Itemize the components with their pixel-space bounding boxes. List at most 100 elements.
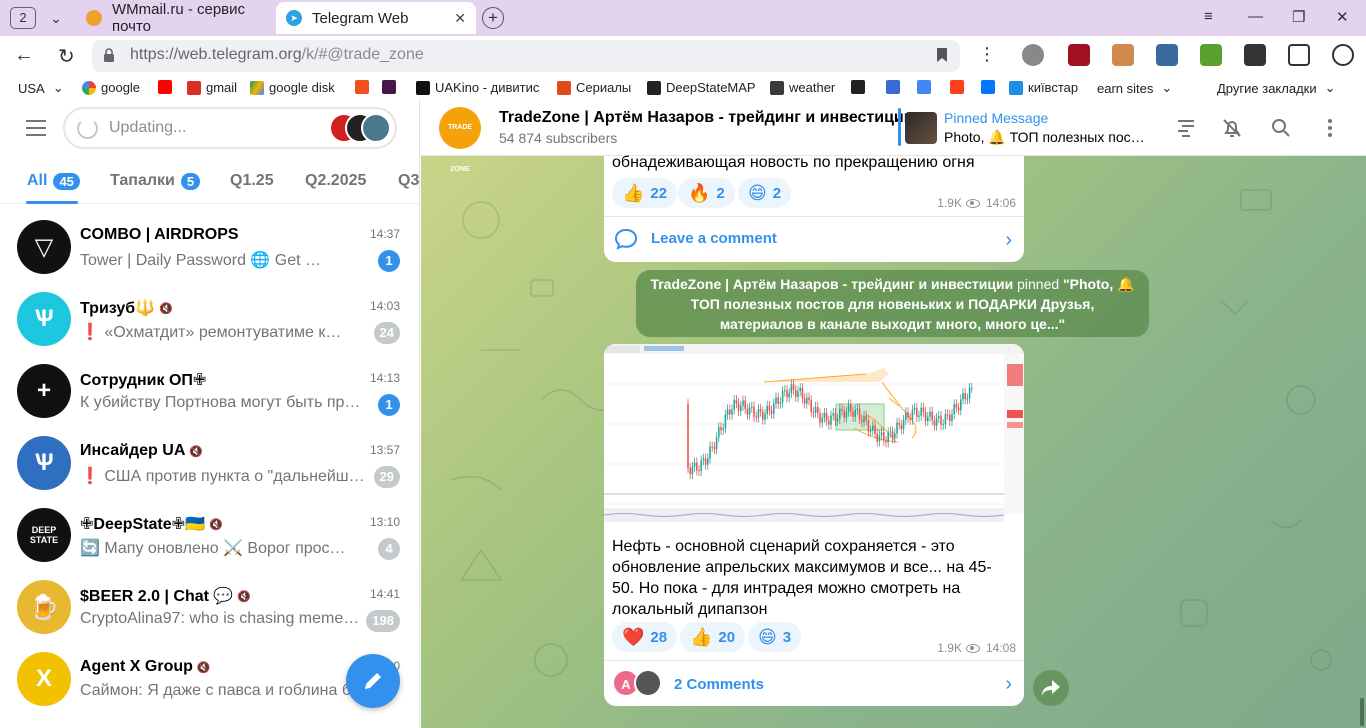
more-icon[interactable]: ⋮ xyxy=(978,44,996,65)
channel-title[interactable]: TradeZone | Артём Назаров - трейдинг и и… xyxy=(499,109,914,127)
reload-icon[interactable]: ↻ xyxy=(58,44,75,69)
candle-body xyxy=(821,417,823,423)
bookmark-series[interactable]: Сериалы xyxy=(557,80,631,95)
tab-tapalki[interactable]: Тапалки 5 xyxy=(110,172,201,190)
tab-q2-2025[interactable]: Q2.2025 xyxy=(305,172,366,190)
browser-tab-wmmail[interactable]: WMmail.ru - сервис почто xyxy=(76,1,272,35)
story-avatars[interactable] xyxy=(329,113,393,145)
candle-body xyxy=(876,433,878,442)
bookmark-earn-sites[interactable]: earn sites ⌄ xyxy=(1097,80,1172,96)
more-vertical-icon[interactable] xyxy=(1318,116,1342,140)
bookmark-youtube[interactable] xyxy=(158,80,177,94)
extension-icon[interactable] xyxy=(1156,44,1178,66)
extension-icon[interactable] xyxy=(1244,44,1266,66)
message-bubble[interactable]: обнадеживающая новость по прекращению ог… xyxy=(604,154,1024,262)
reaction-heart[interactable]: ❤️ 28 xyxy=(612,622,678,652)
bookmark-other[interactable]: Другие закладки ⌄ xyxy=(1217,80,1336,96)
menu-icon[interactable] xyxy=(26,120,46,136)
address-bar[interactable]: https://web.telegram.org/k/#@trade_zone xyxy=(92,40,960,72)
candle-body xyxy=(891,431,894,439)
share-button[interactable] xyxy=(1033,670,1069,706)
new-tab-button[interactable]: + xyxy=(482,7,504,29)
lock-icon xyxy=(104,48,114,62)
back-icon[interactable]: ← xyxy=(14,44,34,67)
avatar: 🍺 xyxy=(17,580,71,634)
extensions-icon[interactable] xyxy=(1288,44,1310,66)
reaction-fire[interactable]: 🔥 2 xyxy=(678,178,735,208)
chat-list-item[interactable]: Ѱ Тризуб🔱 🔇 14:03 ❗ «Охматдит» ремонтуватиме… xyxy=(0,284,419,356)
chat-list-item[interactable]: Ѱ Инсайдер UA 🔇 13:57 ❗ США против пункта о … xyxy=(0,428,419,500)
candle-body xyxy=(902,419,905,430)
candle-body xyxy=(689,468,691,475)
channel-avatar[interactable]: TRADE ZONE xyxy=(439,107,481,173)
profile-icon[interactable] xyxy=(1332,44,1354,66)
bookmark-kyivstar[interactable]: київстар xyxy=(1009,80,1078,95)
alert-icon: ❗ xyxy=(80,468,100,485)
bookmark-deepstate[interactable]: DeepStateMAP xyxy=(647,80,756,95)
scrollbar[interactable] xyxy=(1360,698,1364,726)
chat-list-item[interactable]: + Сотрудник ОП✙ 14:13 К убийству Портнова м… xyxy=(0,356,419,428)
bookmark-uakino[interactable]: UAKino - дивитис xyxy=(416,80,539,95)
bookmark-gmail[interactable]: gmail xyxy=(187,80,237,95)
service-action: pinned xyxy=(1017,276,1060,292)
pinned-title[interactable]: Pinned Message xyxy=(944,110,1048,126)
bookmark-slack[interactable] xyxy=(382,80,401,94)
comments-button[interactable]: A 2 Comments › xyxy=(604,660,1024,706)
tab-q1-25[interactable]: Q1.25 xyxy=(230,172,274,190)
pinned-text[interactable]: Photo, 🔔 ТОП полезных пост… xyxy=(944,129,1149,146)
browser-tab-telegram[interactable]: ➤ Telegram Web ✕ xyxy=(276,2,476,34)
chat-list-item[interactable]: 🍺 $BEER 2.0 | Chat 💬 🔇 14:41 CryptoAlina97: … xyxy=(0,572,419,644)
message-bubble-post[interactable]: Нефть - основной сценарий сохраняется - … xyxy=(604,344,1024,706)
bookmark-kb[interactable] xyxy=(886,80,905,94)
tab-count-button[interactable]: 2 xyxy=(10,7,36,29)
search-icon[interactable] xyxy=(1269,116,1293,140)
reaction-grin[interactable]: 😄 3 xyxy=(748,622,802,652)
globe-icon[interactable] xyxy=(1022,44,1044,66)
bookmark-google[interactable]: google xyxy=(82,80,140,95)
search-input[interactable]: Updating... xyxy=(63,107,397,149)
minimize-icon[interactable]: — xyxy=(1248,8,1263,25)
pinned-list-icon[interactable] xyxy=(1174,116,1198,140)
download-icon[interactable] xyxy=(1200,44,1222,66)
tabs-dropdown-icon[interactable]: ⌄ xyxy=(44,6,68,30)
leave-comment-button[interactable]: Leave a comment › xyxy=(604,216,1024,262)
tab-q3[interactable]: Q3. xyxy=(398,172,419,190)
bookmark-weather[interactable]: weather xyxy=(770,80,835,95)
tab-all[interactable]: All 45 xyxy=(27,172,80,190)
chart-image[interactable] xyxy=(604,344,1024,528)
reaction-grin[interactable]: 😄 2 xyxy=(738,178,792,208)
youtube-icon xyxy=(158,80,172,94)
restore-icon[interactable]: ❐ xyxy=(1292,8,1305,26)
close-window-icon[interactable]: ✕ xyxy=(1336,8,1349,26)
bookmark-figma[interactable] xyxy=(355,80,374,94)
bookmark-vk[interactable] xyxy=(981,80,1000,94)
candle-body xyxy=(795,389,797,397)
bookmark-bc[interactable] xyxy=(851,80,870,94)
reactions: ❤️ 28 👍 20 😄 3 xyxy=(612,622,912,652)
yandex-icon xyxy=(950,80,964,94)
bookmark-translate[interactable] xyxy=(917,80,936,94)
chat-list-item[interactable]: DEEP STATE ✙DeepState✙🇺🇦 🔇 13:10 🔄 Мапу онов… xyxy=(0,500,419,572)
close-tab-icon[interactable]: ✕ xyxy=(454,10,466,27)
bookmark-label: weather xyxy=(789,80,836,95)
avatar-glyph: 🍺 xyxy=(29,593,59,621)
mute-bell-icon[interactable] xyxy=(1220,116,1244,140)
service-message-pinned[interactable]: TradeZone | Артём Назаров - трейдинг и и… xyxy=(636,270,1149,337)
reaction-thumbs-up[interactable]: 👍 22 xyxy=(612,178,678,208)
bookmark-icon[interactable] xyxy=(936,47,948,63)
extension-icon[interactable] xyxy=(1112,44,1134,66)
pinned-thumbnail[interactable] xyxy=(905,112,937,144)
bookmark-yandex[interactable] xyxy=(950,80,969,94)
reaction-thumbs-up[interactable]: 👍 20 xyxy=(680,622,746,652)
menu-icon[interactable]: ≡ xyxy=(1204,8,1213,25)
bookmark-usa[interactable]: USA ⌄ xyxy=(18,80,64,96)
ublock-icon[interactable] xyxy=(1068,44,1090,66)
chat-list-item[interactable]: ▽ COMBO | AIRDROPS 14:37 Tower | Daily Pass… xyxy=(0,212,419,284)
compose-button[interactable] xyxy=(346,654,400,708)
candle-body xyxy=(788,392,790,398)
bookmark-google-disk[interactable]: google disk xyxy=(250,80,335,95)
channel-header[interactable]: TRADE ZONE TradeZone | Артём Назаров - т… xyxy=(421,100,1366,173)
chat-preview: К убийству Портнова могут быть при… xyxy=(80,394,368,412)
tab-badge: 45 xyxy=(53,172,80,190)
chat-preview: Tower | Daily Password 🌐 Get … xyxy=(80,250,368,270)
